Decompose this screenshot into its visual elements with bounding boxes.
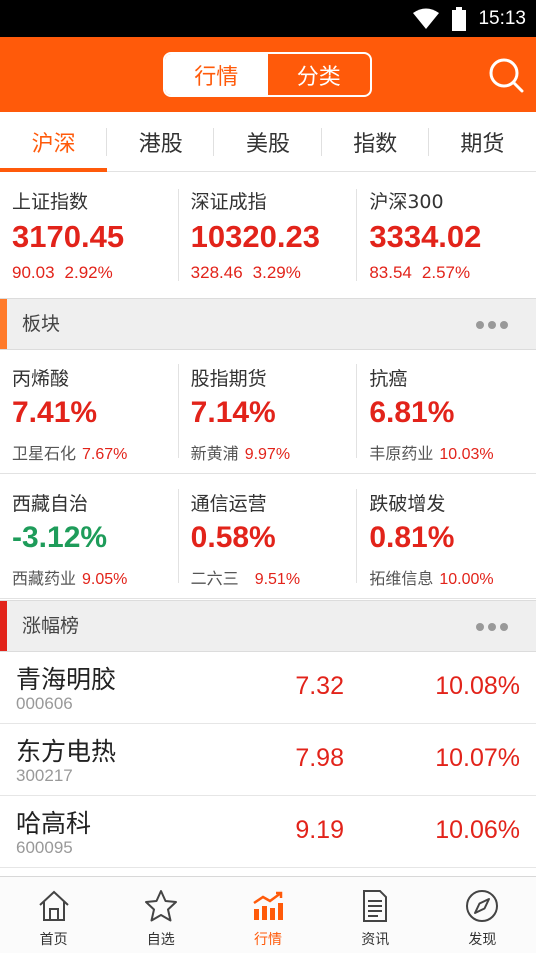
section-title: 涨幅榜 xyxy=(22,615,80,637)
status-time: 15:13 xyxy=(478,7,526,29)
stock-change-pct: 10.07% xyxy=(435,744,520,772)
stock-code: 300217 xyxy=(16,766,73,785)
sector-card[interactable]: 股指期货 7.14% 新黄浦 9.97% xyxy=(179,350,358,473)
sector-card[interactable]: 西藏自治 -3.12% 西藏药业 9.05% xyxy=(0,475,179,598)
segment-control: 行情 分类 xyxy=(163,52,372,97)
index-value: 3170.45 xyxy=(12,219,125,254)
status-bar: 15:13 xyxy=(0,0,536,37)
app-header: 行情 分类 xyxy=(0,37,536,112)
bottom-nav: 首页 自选 行情 资讯 发现 xyxy=(0,876,536,953)
tab-shanghai-shenzhen[interactable]: 沪深 xyxy=(0,112,108,172)
index-card[interactable]: 上证指数 3170.45 90.03 2.92% xyxy=(0,173,179,297)
index-change: 328.46 3.29% xyxy=(190,263,301,282)
sector-pct: 7.14% xyxy=(190,396,276,429)
more-icon[interactable] xyxy=(476,321,508,329)
sector-pct: 0.58% xyxy=(190,521,276,554)
nav-label: 资讯 xyxy=(361,932,390,948)
sector-card[interactable]: 丙烯酸 7.41% 卫星石化 7.67% xyxy=(0,350,179,473)
sector-pct: 7.41% xyxy=(12,396,98,429)
index-card[interactable]: 沪深300 3334.02 83.54 2.57% xyxy=(357,173,536,297)
compass-icon xyxy=(466,890,499,922)
index-name: 沪深300 xyxy=(369,191,444,213)
index-summary: 上证指数 3170.45 90.03 2.92% 深证成指 10320.23 32… xyxy=(0,173,536,297)
sector-lead-stock: 新黄浦 9.97% xyxy=(190,444,291,463)
stock-row[interactable]: 青海明胶 000606 7.32 10.08% xyxy=(0,652,536,724)
index-name: 上证指数 xyxy=(12,191,89,213)
home-icon xyxy=(38,890,69,921)
sector-row: 丙烯酸 7.41% 卫星石化 7.67% 股指期货 7.14% 新黄浦 9.97% … xyxy=(0,350,536,474)
star-icon xyxy=(144,890,177,922)
index-value: 10320.23 xyxy=(190,219,320,254)
nav-label: 行情 xyxy=(254,932,282,948)
more-icon[interactable] xyxy=(476,623,508,631)
index-change: 90.03 2.92% xyxy=(12,263,113,282)
nav-label: 首页 xyxy=(39,932,68,948)
sector-card[interactable]: 跌破增发 0.81% 拓维信息 10.00% xyxy=(357,475,536,598)
sector-pct: 0.81% xyxy=(369,521,455,554)
tab-hong-kong[interactable]: 港股 xyxy=(107,112,215,171)
stock-row[interactable]: 哈高科 600095 9.19 10.06% xyxy=(0,796,536,868)
stock-row[interactable]: 东方电热 300217 7.98 10.07% xyxy=(0,724,536,796)
sector-lead-stock: 二六三 9.51% xyxy=(190,569,301,588)
market-chart-icon xyxy=(253,891,283,920)
tab-futures[interactable]: 期货 xyxy=(429,112,536,171)
stock-name: 哈高科 xyxy=(16,809,92,838)
index-card[interactable]: 深证成指 10320.23 328.46 3.29% xyxy=(179,173,358,297)
sector-lead-stock: 丰原药业 10.03% xyxy=(369,444,494,463)
stock-price: 7.32 xyxy=(295,672,344,700)
segment-market[interactable]: 行情 xyxy=(165,54,268,95)
stock-price: 9.19 xyxy=(295,816,344,844)
nav-watchlist[interactable]: 自选 xyxy=(107,877,214,953)
tab-us-stocks[interactable]: 美股 xyxy=(214,112,322,171)
nav-label: 发现 xyxy=(468,932,497,948)
nav-label: 自选 xyxy=(146,932,175,948)
nav-home[interactable]: 首页 xyxy=(0,877,107,953)
sector-row: 西藏自治 -3.12% 西藏药业 9.05% 通信运营 0.58% 二六三 9.51… xyxy=(0,475,536,599)
search-icon[interactable] xyxy=(488,57,524,93)
tab-index[interactable]: 指数 xyxy=(322,112,429,171)
news-document-icon xyxy=(363,890,388,922)
stock-price: 7.98 xyxy=(295,744,344,772)
nav-news[interactable]: 资讯 xyxy=(322,877,429,953)
nav-discover[interactable]: 发现 xyxy=(429,877,536,953)
section-title: 板块 xyxy=(22,313,61,335)
stock-code: 000606 xyxy=(16,694,73,713)
sector-name: 股指期货 xyxy=(190,368,267,390)
battery-icon xyxy=(452,6,467,31)
index-name: 深证成指 xyxy=(190,191,267,213)
segment-category[interactable]: 分类 xyxy=(268,54,371,95)
index-value: 3334.02 xyxy=(369,219,482,254)
index-change: 83.54 2.57% xyxy=(369,263,471,282)
stock-change-pct: 10.08% xyxy=(435,672,520,700)
sector-pct: -3.12% xyxy=(12,521,108,554)
sector-lead-stock: 西藏药业 9.05% xyxy=(12,569,128,588)
sector-lead-stock: 卫星石化 7.67% xyxy=(12,444,128,463)
wifi-icon xyxy=(413,8,440,29)
stock-name: 东方电热 xyxy=(16,737,117,766)
sector-pct: 6.81% xyxy=(369,396,455,429)
nav-market[interactable]: 行情 xyxy=(214,877,321,953)
gainers-section-header: 涨幅榜 xyxy=(0,600,536,652)
market-tabs: 沪深 港股 美股 指数 期货 xyxy=(0,112,536,172)
sector-card[interactable]: 抗癌 6.81% 丰原药业 10.03% xyxy=(357,350,536,473)
sector-name: 抗癌 xyxy=(369,368,408,390)
sector-card[interactable]: 通信运营 0.58% 二六三 9.51% xyxy=(179,475,358,598)
sector-name: 西藏自治 xyxy=(12,493,89,515)
stock-code: 600095 xyxy=(16,838,73,857)
sector-name: 丙烯酸 xyxy=(12,368,70,390)
sector-lead-stock: 拓维信息 10.00% xyxy=(369,569,494,588)
sectors-section-header: 板块 xyxy=(0,298,536,350)
stock-change-pct: 10.06% xyxy=(435,816,520,844)
sector-name: 跌破增发 xyxy=(369,493,446,515)
sector-name: 通信运营 xyxy=(190,493,267,515)
stock-name: 青海明胶 xyxy=(16,665,117,694)
